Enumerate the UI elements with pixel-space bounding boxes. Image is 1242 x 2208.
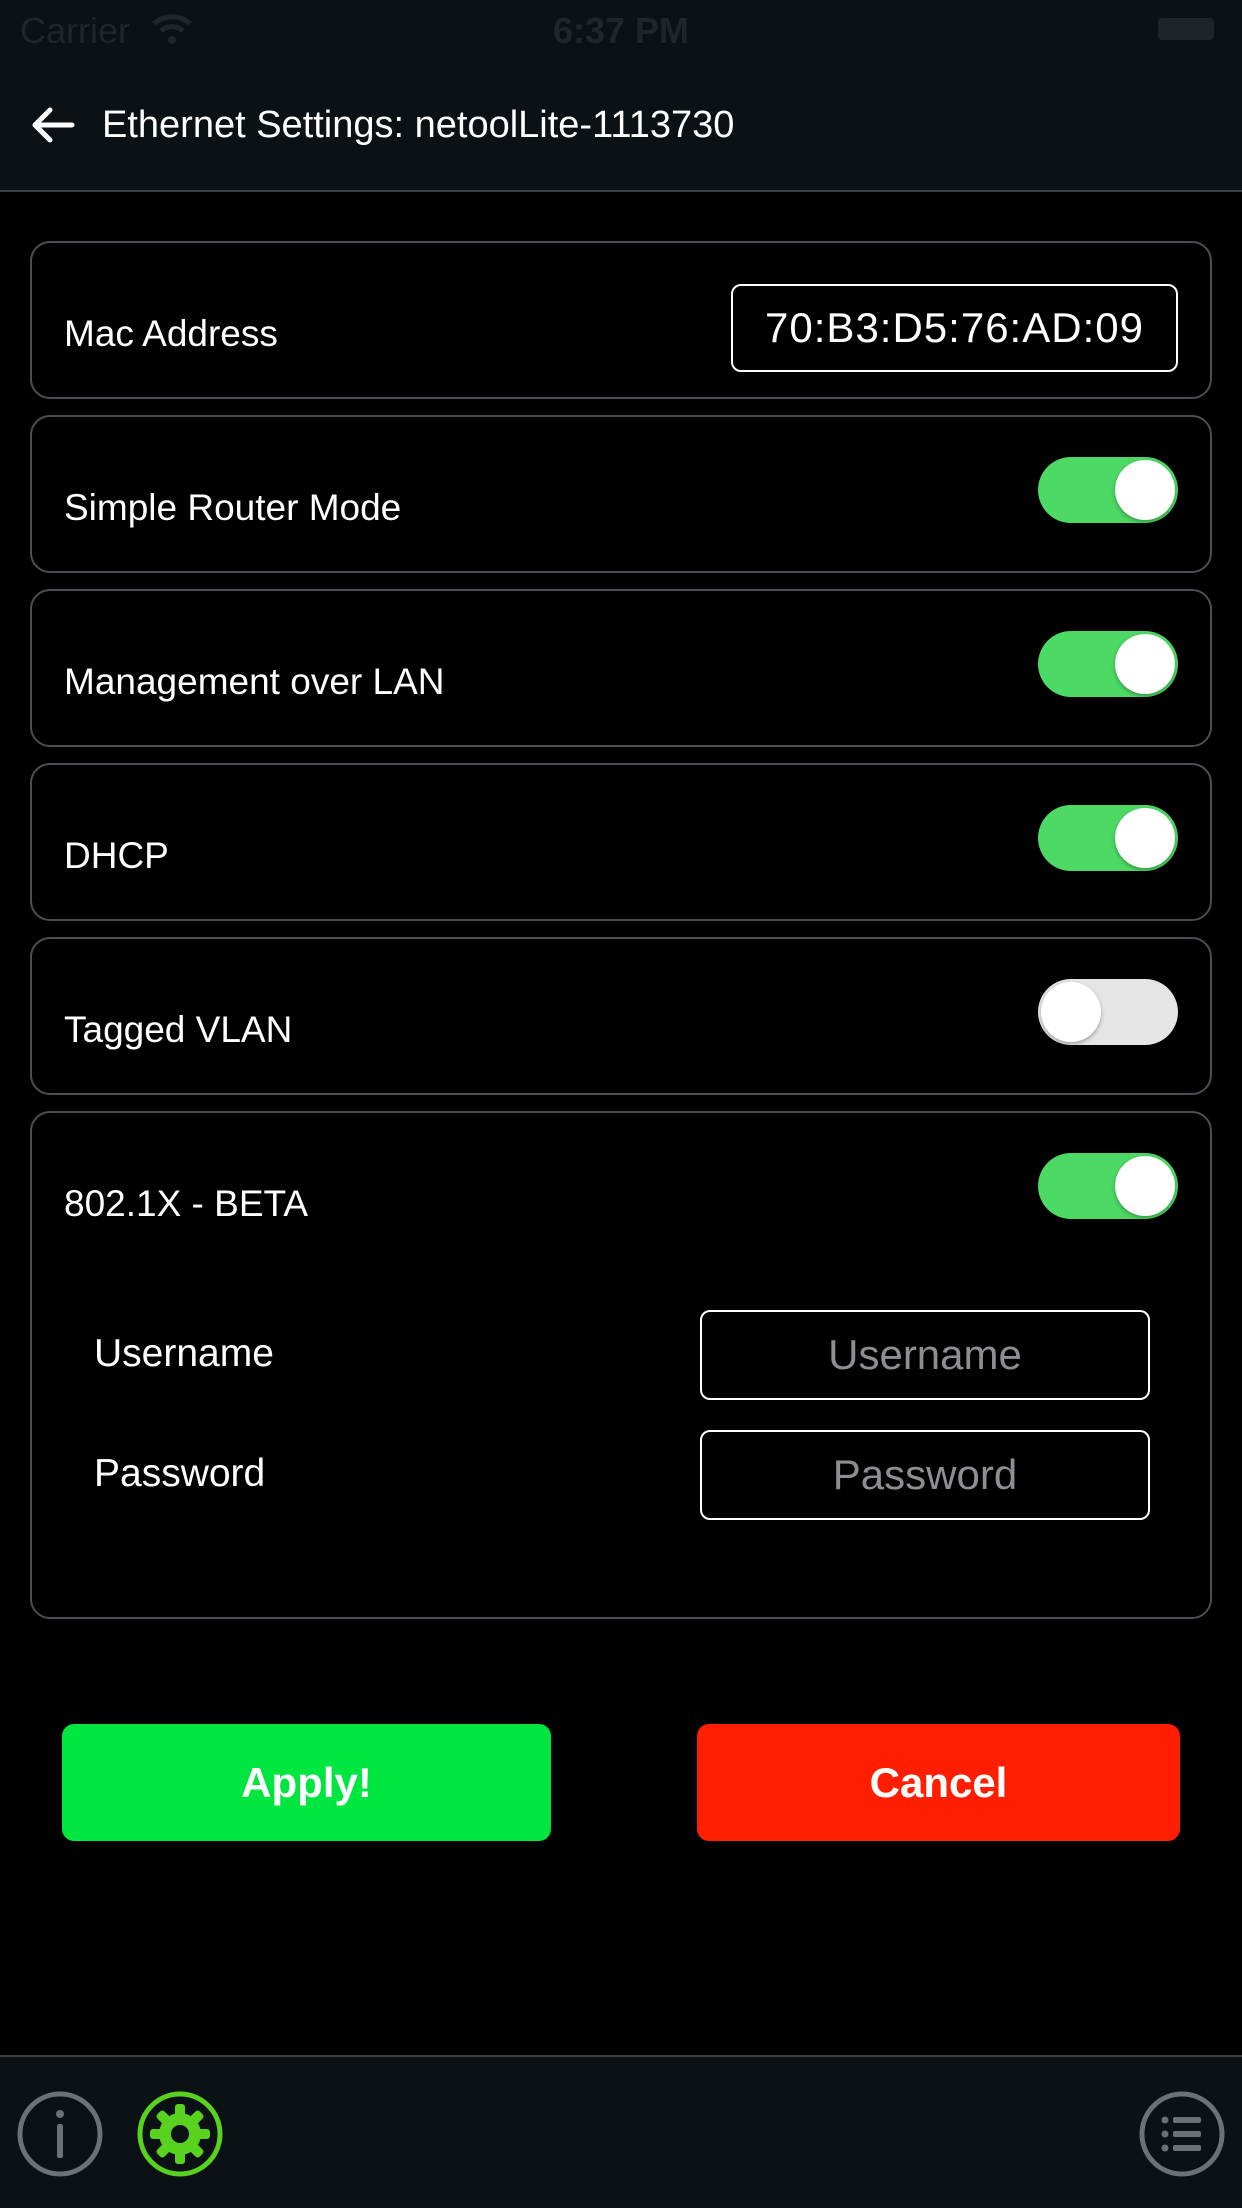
management-over-lan-row: Management over LAN <box>30 589 1212 747</box>
toggle-knob <box>1115 634 1175 694</box>
mac-address-label: Mac Address <box>64 313 278 354</box>
simple-router-mode-label: Simple Router Mode <box>64 487 402 528</box>
dhcp-label: DHCP <box>64 835 169 876</box>
username-input[interactable] <box>700 1310 1150 1400</box>
dot1x-toggle[interactable] <box>1038 1153 1178 1219</box>
dot1x-section: 802.1X - BETA Username Password <box>30 1111 1212 1619</box>
management-over-lan-label: Management over LAN <box>64 661 445 702</box>
page-title: Ethernet Settings: netoolLite-1113730 <box>102 104 735 146</box>
simple-router-mode-row: Simple Router Mode <box>30 415 1212 573</box>
status-bar: Carrier 6:37 PM <box>0 0 1242 62</box>
mac-address-row: Mac Address 70:B3:D5:76:AD:09 <box>30 241 1212 399</box>
username-label: Username <box>94 1332 274 1375</box>
navigation-bar: Ethernet Settings: netoolLite-1113730 <box>0 62 1242 192</box>
toggle-knob <box>1115 808 1175 868</box>
back-arrow-icon[interactable] <box>30 105 76 145</box>
dhcp-toggle[interactable] <box>1038 805 1178 871</box>
toggle-knob <box>1041 982 1101 1042</box>
tab-bar <box>0 2055 1242 2208</box>
toggle-knob <box>1115 1156 1175 1216</box>
tagged-vlan-row: Tagged VLAN <box>30 937 1212 1095</box>
status-time: 6:37 PM <box>552 10 690 51</box>
password-input[interactable] <box>700 1430 1150 1520</box>
apply-button[interactable]: Apply! <box>62 1724 551 1841</box>
tagged-vlan-label: Tagged VLAN <box>64 1009 293 1050</box>
management-over-lan-toggle[interactable] <box>1038 631 1178 697</box>
mac-address-field: 70:B3:D5:76:AD:09 <box>731 284 1178 372</box>
dot1x-label: 802.1X - BETA <box>64 1183 309 1224</box>
tagged-vlan-toggle[interactable] <box>1038 979 1178 1045</box>
cancel-button[interactable]: Cancel <box>697 1724 1180 1841</box>
info-icon[interactable] <box>16 2090 104 2178</box>
password-label: Password <box>94 1452 266 1495</box>
gear-icon[interactable] <box>136 2090 224 2178</box>
simple-router-mode-toggle[interactable] <box>1038 457 1178 523</box>
dhcp-row: DHCP <box>30 763 1212 921</box>
battery-icon <box>1158 18 1214 40</box>
toggle-knob <box>1115 460 1175 520</box>
list-icon[interactable] <box>1138 2090 1226 2178</box>
